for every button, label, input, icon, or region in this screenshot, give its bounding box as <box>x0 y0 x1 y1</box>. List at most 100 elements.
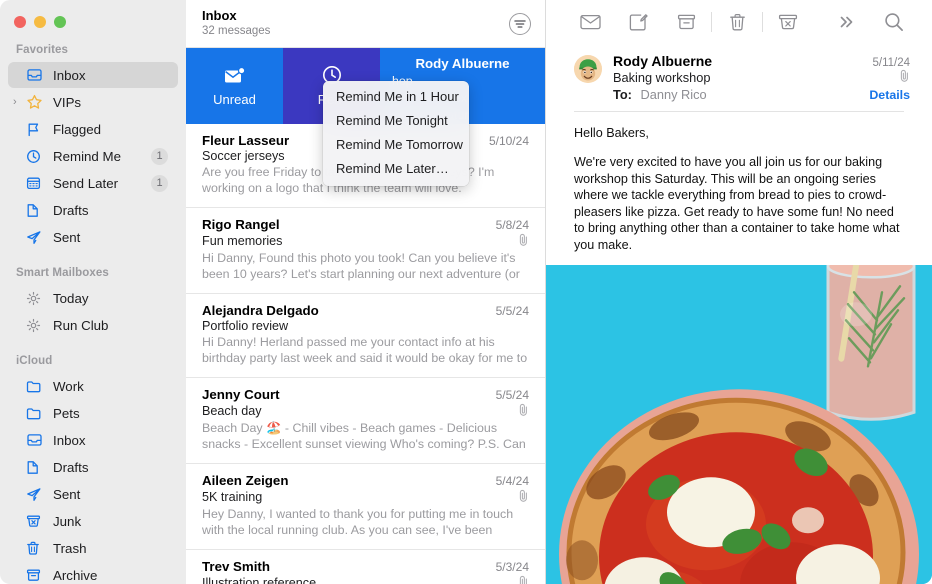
message-list: Inbox 32 messages Unread Rem <box>186 0 546 584</box>
paper-plane-icon <box>26 486 46 502</box>
msg-subject: Illustration reference <box>202 576 317 584</box>
trash-icon <box>26 540 46 556</box>
menu-item-remind-tonight[interactable]: Remind Me Tonight <box>323 109 469 133</box>
msg-sender: Aileen Zeigen <box>202 473 289 488</box>
msg-date: 5/3/24 <box>495 560 529 574</box>
sidebar-item-label: Pets <box>53 405 80 421</box>
sender-name: Rody Albuerne <box>613 52 713 69</box>
sidebar-item-label: Inbox <box>53 432 86 448</box>
gear-icon <box>26 317 46 333</box>
message-row[interactable]: Aileen Zeigen 5/4/24 5K training Hey Dan… <box>186 464 545 550</box>
paperclip-icon <box>899 69 910 85</box>
sidebar-item-vips[interactable]: › VIPs <box>8 89 178 115</box>
body-paragraph: We're very excited to have you all join … <box>574 155 900 252</box>
sidebar-item-label: Junk <box>53 513 82 529</box>
chevron-right-icon[interactable]: › <box>13 96 17 108</box>
delete-button[interactable] <box>713 6 761 38</box>
sidebar-item-label: Trash <box>53 540 87 556</box>
msg-sender: Fleur Lasseur <box>202 133 290 148</box>
paper-plane-icon <box>26 229 46 245</box>
mark-unread-button[interactable] <box>566 6 614 38</box>
flag-icon <box>26 121 46 137</box>
document-icon <box>26 202 46 218</box>
sidebar-item-badge: 1 <box>151 174 168 192</box>
paperclip-icon <box>518 403 529 419</box>
more-button[interactable] <box>822 6 870 38</box>
minimize-button[interactable] <box>34 16 46 28</box>
sidebar-item-run-club[interactable]: Run Club <box>8 312 178 338</box>
sidebar-item-icloud-drafts[interactable]: Drafts <box>8 454 178 480</box>
sidebar-item-send-later[interactable]: Send Later 1 <box>8 170 178 196</box>
details-link[interactable]: Details <box>869 88 910 102</box>
inbox-tray-icon <box>26 67 46 83</box>
msg-subject: 5K training <box>202 490 263 504</box>
msg-subject: Fun memories <box>202 234 283 248</box>
sidebar-item-archive[interactable]: Archive <box>8 562 178 584</box>
msg-sender: Rody Albuerne <box>415 56 510 71</box>
junk-button[interactable] <box>764 6 812 38</box>
attachment-image[interactable] <box>546 265 932 584</box>
archive-box-icon <box>26 567 46 583</box>
msg-date: 5/10/24 <box>488 134 529 148</box>
sidebar-item-drafts[interactable]: Drafts <box>8 197 178 223</box>
sidebar-item-label: Sent <box>53 486 81 502</box>
sidebar-item-sent[interactable]: Sent <box>8 224 178 250</box>
msg-preview: Beach Day 🏖️ - Chill vibes - Beach games… <box>202 421 526 451</box>
sidebar-item-inbox[interactable]: Inbox <box>8 62 178 88</box>
sidebar-item-label: Flagged <box>53 121 102 137</box>
folder-icon <box>26 378 46 394</box>
msg-preview: Hi Danny, Found this photo you took! Can… <box>202 251 520 281</box>
msg-subject: Portfolio review <box>202 319 289 333</box>
sidebar-section-icloud-label: iCloud <box>16 355 53 367</box>
message-row[interactable]: Rigo Rangel 5/8/24 Fun memories Hi Danny… <box>186 208 545 294</box>
swipe-unread-button[interactable]: Unread <box>186 48 283 124</box>
sidebar: Favorites Inbox › VIPs Flagged Remind Me… <box>0 0 186 584</box>
message-row[interactable]: Trev Smith 5/3/24 Illustration reference… <box>186 550 545 584</box>
sidebar-item-trash[interactable]: Trash <box>8 535 178 561</box>
inbox-tray-icon <box>26 432 46 448</box>
msg-date: 5/4/24 <box>495 474 529 488</box>
sidebar-item-label: Drafts <box>53 202 89 218</box>
sidebar-item-label: Sent <box>53 229 81 245</box>
sidebar-item-remind-me[interactable]: Remind Me 1 <box>8 143 178 169</box>
message-row[interactable]: Alejandra Delgado 5/5/24 Portfolio revie… <box>186 294 545 378</box>
menu-item-remind-later[interactable]: Remind Me Later… <box>323 157 469 181</box>
filter-icon[interactable] <box>509 12 531 35</box>
close-button[interactable] <box>14 16 26 28</box>
msg-sender: Rigo Rangel <box>202 217 280 232</box>
msg-sender: Alejandra Delgado <box>202 303 319 318</box>
message-subject: Baking workshop <box>613 69 711 85</box>
sidebar-section-smart-mailboxes-label: Smart Mailboxes <box>16 267 109 279</box>
mail-window: Favorites Inbox › VIPs Flagged Remind Me… <box>0 0 932 584</box>
traffic-lights <box>0 0 186 38</box>
menu-item-remind-tomorrow[interactable]: Remind Me Tomorrow <box>323 133 469 157</box>
sidebar-item-label: Drafts <box>53 459 89 475</box>
sidebar-item-work[interactable]: Work <box>8 373 178 399</box>
sidebar-item-today[interactable]: Today <box>8 285 178 311</box>
sidebar-item-badge: 1 <box>151 147 168 165</box>
sidebar-item-junk[interactable]: Junk <box>8 508 178 534</box>
sidebar-item-label: Run Club <box>53 317 109 333</box>
sidebar-item-pets[interactable]: Pets <box>8 400 178 426</box>
remind-me-context-menu: Remind Me in 1 Hour Remind Me Tonight Re… <box>323 81 469 186</box>
search-icon[interactable] <box>870 6 918 38</box>
reading-pane: Rody Albuerne 5/11/24 Baking workshop To… <box>546 0 932 584</box>
document-icon <box>26 459 46 475</box>
menu-item-remind-1-hour[interactable]: Remind Me in 1 Hour <box>323 85 469 109</box>
msg-sender: Jenny Court <box>202 387 280 402</box>
message-row[interactable]: Jenny Court 5/5/24 Beach day Beach Day 🏖… <box>186 378 545 464</box>
compose-button[interactable] <box>614 6 662 38</box>
zoom-button[interactable] <box>54 16 66 28</box>
sidebar-item-icloud-sent[interactable]: Sent <box>8 481 178 507</box>
message-count: 32 messages <box>202 25 271 37</box>
msg-date: 5/8/24 <box>495 218 529 232</box>
message-date: 5/11/24 <box>872 56 910 69</box>
sidebar-item-flagged[interactable]: Flagged <box>8 116 178 142</box>
archive-button[interactable] <box>662 6 710 38</box>
sidebar-item-label: Send Later <box>53 175 119 191</box>
star-icon <box>26 94 46 110</box>
avatar <box>574 54 602 83</box>
toolbar-divider <box>711 12 712 33</box>
paperclip-icon <box>518 233 529 249</box>
sidebar-item-icloud-inbox[interactable]: Inbox <box>8 427 178 453</box>
